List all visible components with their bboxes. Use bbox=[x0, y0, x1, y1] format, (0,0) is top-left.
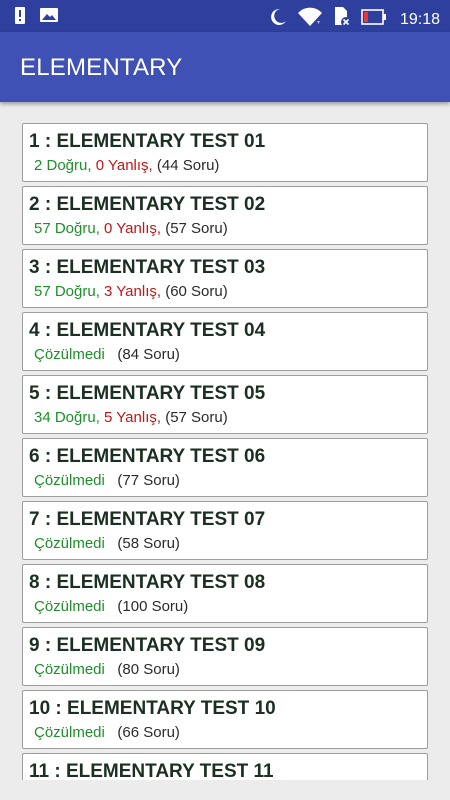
unsolved-status: Çözülmedi bbox=[34, 346, 105, 363]
test-stats: 34 Doğru, 5 Yanlış, (57 Soru) bbox=[29, 408, 427, 428]
test-list-item[interactable]: 10 : ELEMENTARY TEST 10 Çözülmedi (66 Sor… bbox=[22, 690, 428, 749]
question-count: (100 Soru) bbox=[117, 598, 189, 615]
question-count: (57 Soru) bbox=[165, 409, 228, 426]
moon-icon bbox=[268, 7, 288, 32]
test-list-item[interactable]: 2 : ELEMENTARY TEST 02 57 Doğru, 0 Yanlış… bbox=[22, 186, 428, 245]
test-list-item[interactable]: 4 : ELEMENTARY TEST 04 Çözülmedi (84 Soru… bbox=[22, 312, 428, 371]
test-list-item[interactable]: 6 : ELEMENTARY TEST 06 Çözülmedi (77 Soru… bbox=[22, 438, 428, 497]
test-title: 10 : ELEMENTARY TEST 10 bbox=[29, 698, 276, 719]
test-list-item[interactable]: 11 : ELEMENTARY TEST 11 bbox=[22, 753, 428, 780]
test-title: 4 : ELEMENTARY TEST 04 bbox=[29, 320, 266, 341]
test-list-item[interactable]: 9 : ELEMENTARY TEST 09 Çözülmedi (80 Soru… bbox=[22, 627, 428, 686]
correct-count: 57 Doğru, bbox=[34, 283, 100, 300]
wrong-count: 3 Yanlış, bbox=[104, 283, 162, 300]
wrong-count: 0 Yanlış, bbox=[104, 220, 162, 237]
test-title: 1 : ELEMENTARY TEST 01 bbox=[29, 131, 266, 152]
test-stats: Çözülmedi (58 Soru) bbox=[29, 534, 427, 554]
wrong-count: 5 Yanlış, bbox=[104, 409, 162, 426]
test-stats: 57 Doğru, 0 Yanlış, (57 Soru) bbox=[29, 219, 427, 239]
question-count: (44 Soru) bbox=[156, 157, 220, 174]
question-count: (60 Soru) bbox=[165, 283, 228, 300]
unsolved-status: Çözülmedi bbox=[34, 724, 105, 741]
test-title: 9 : ELEMENTARY TEST 09 bbox=[29, 635, 266, 656]
test-title: 3 : ELEMENTARY TEST 03 bbox=[29, 257, 266, 278]
question-count: (77 Soru) bbox=[117, 472, 180, 489]
test-title: 2 : ELEMENTARY TEST 02 bbox=[29, 194, 266, 215]
bottom-bar bbox=[0, 780, 450, 800]
question-count: (66 Soru) bbox=[117, 724, 180, 741]
test-title: 8 : ELEMENTARY TEST 08 bbox=[29, 572, 266, 593]
test-list[interactable]: 1 : ELEMENTARY TEST 01 2 Doğru, 0 Yanlış,… bbox=[0, 102, 450, 780]
alert-icon bbox=[14, 7, 26, 29]
question-count: (57 Soru) bbox=[165, 220, 228, 237]
correct-count: 57 Doğru, bbox=[34, 220, 100, 237]
page-title: ELEMENTARY bbox=[20, 54, 183, 81]
app-bar: ELEMENTARY bbox=[0, 32, 450, 102]
unsolved-status: Çözülmedi bbox=[34, 598, 105, 615]
test-title: 5 : ELEMENTARY TEST 05 bbox=[29, 383, 266, 404]
test-stats: 57 Doğru, 3 Yanlış, (60 Soru) bbox=[29, 282, 427, 302]
correct-count: 2 Doğru, bbox=[34, 157, 92, 174]
test-stats: Çözülmedi (100 Soru) bbox=[29, 597, 427, 617]
question-count: (84 Soru) bbox=[117, 346, 180, 363]
test-stats: Çözülmedi (84 Soru) bbox=[29, 345, 427, 365]
sim-card-icon bbox=[332, 6, 352, 33]
test-stats: Çözülmedi (77 Soru) bbox=[29, 471, 427, 491]
image-icon bbox=[40, 7, 58, 29]
correct-count: 34 Doğru, bbox=[34, 409, 100, 426]
wrong-count: 0 Yanlış, bbox=[95, 157, 153, 174]
unsolved-status: Çözülmedi bbox=[34, 472, 105, 489]
test-title: 11 : ELEMENTARY TEST 11 bbox=[29, 761, 274, 780]
test-title: 7 : ELEMENTARY TEST 07 bbox=[29, 509, 266, 530]
test-stats: Çözülmedi (80 Soru) bbox=[29, 660, 427, 680]
question-count: (80 Soru) bbox=[117, 661, 180, 678]
status-time: 19:18 bbox=[399, 10, 440, 28]
test-list-item[interactable]: 8 : ELEMENTARY TEST 08 Çözülmedi (100 Sor… bbox=[22, 564, 428, 623]
question-count: (58 Soru) bbox=[117, 535, 180, 552]
status-bar: 19:18 bbox=[0, 0, 450, 32]
test-list-item[interactable]: 7 : ELEMENTARY TEST 07 Çözülmedi (58 Soru… bbox=[22, 501, 428, 560]
wifi-icon bbox=[297, 7, 323, 32]
unsolved-status: Çözülmedi bbox=[34, 661, 105, 678]
test-list-item[interactable]: 3 : ELEMENTARY TEST 03 57 Doğru, 3 Yanlış… bbox=[22, 249, 428, 308]
test-stats: Çözülmedi (66 Soru) bbox=[29, 723, 427, 743]
test-list-item[interactable]: 5 : ELEMENTARY TEST 05 34 Doğru, 5 Yanlış… bbox=[22, 375, 428, 434]
test-title: 6 : ELEMENTARY TEST 06 bbox=[29, 446, 266, 467]
test-list-item[interactable]: 1 : ELEMENTARY TEST 01 2 Doğru, 0 Yanlış,… bbox=[22, 123, 428, 182]
unsolved-status: Çözülmedi bbox=[34, 535, 105, 552]
battery-icon bbox=[361, 8, 387, 31]
test-stats: 2 Doğru, 0 Yanlış, (44 Soru) bbox=[29, 156, 427, 176]
